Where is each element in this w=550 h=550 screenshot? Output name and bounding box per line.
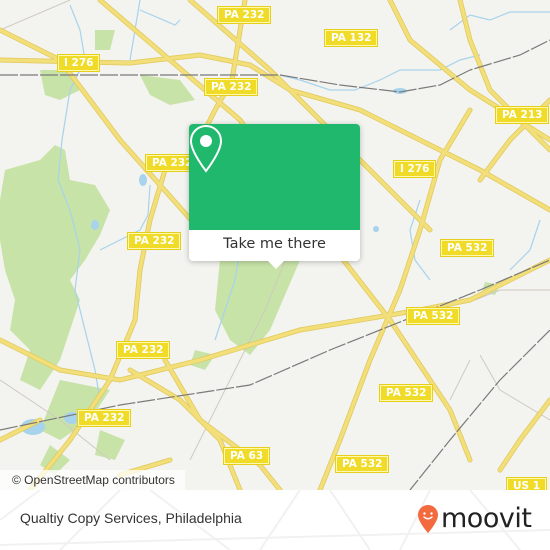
road-shield-pa232: PA 232 — [126, 232, 182, 250]
park-area — [140, 75, 195, 105]
moovit-pin-icon — [418, 505, 438, 533]
road-shield-pa532: PA 532 — [405, 307, 461, 325]
road-shield-pa213: PA 213 — [494, 106, 550, 124]
road-shield-pa232: PA 232 — [203, 78, 259, 96]
road — [458, 0, 550, 152]
map-attribution[interactable]: © OpenStreetMap contributors — [0, 470, 185, 490]
place-name: Qualtiy Copy Services, Philadelphia — [20, 510, 242, 526]
road-shield-pa132: PA 132 — [323, 29, 379, 47]
road-shield-us1: US 1 — [505, 477, 548, 490]
map-pin-icon — [189, 124, 223, 173]
road-shield-pa232: PA 232 — [216, 6, 272, 24]
road-shield-pa232: PA 232 — [115, 341, 171, 359]
popup-header — [189, 124, 360, 230]
road-shield-pa532: PA 532 — [378, 384, 434, 402]
road-shield-pa63: PA 63 — [222, 447, 271, 465]
road-shield-i276: I 276 — [392, 160, 437, 178]
popup-pointer — [268, 261, 284, 269]
destination-popup[interactable]: Take me there — [189, 124, 360, 269]
take-me-there-button[interactable]: Take me there — [189, 230, 360, 261]
road-shield-pa532: PA 532 — [334, 455, 390, 473]
map[interactable]: PA 232 PA 132 I 276 PA 232 PA 213 PA 232… — [0, 0, 550, 490]
road-shield-pa232: PA 232 — [76, 409, 132, 427]
moovit-wordmark: moovit — [441, 503, 532, 534]
railway — [409, 329, 550, 490]
road-shield-i276: I 276 — [56, 54, 101, 72]
moovit-logo[interactable]: moovit — [417, 503, 532, 534]
road-us1 — [498, 398, 550, 472]
road-shield-pa532: PA 532 — [439, 239, 495, 257]
park-area — [95, 430, 125, 460]
footer: Qualtiy Copy Services, Philadelphia moov… — [0, 490, 550, 550]
park-area — [95, 30, 115, 50]
park-area — [0, 145, 110, 390]
